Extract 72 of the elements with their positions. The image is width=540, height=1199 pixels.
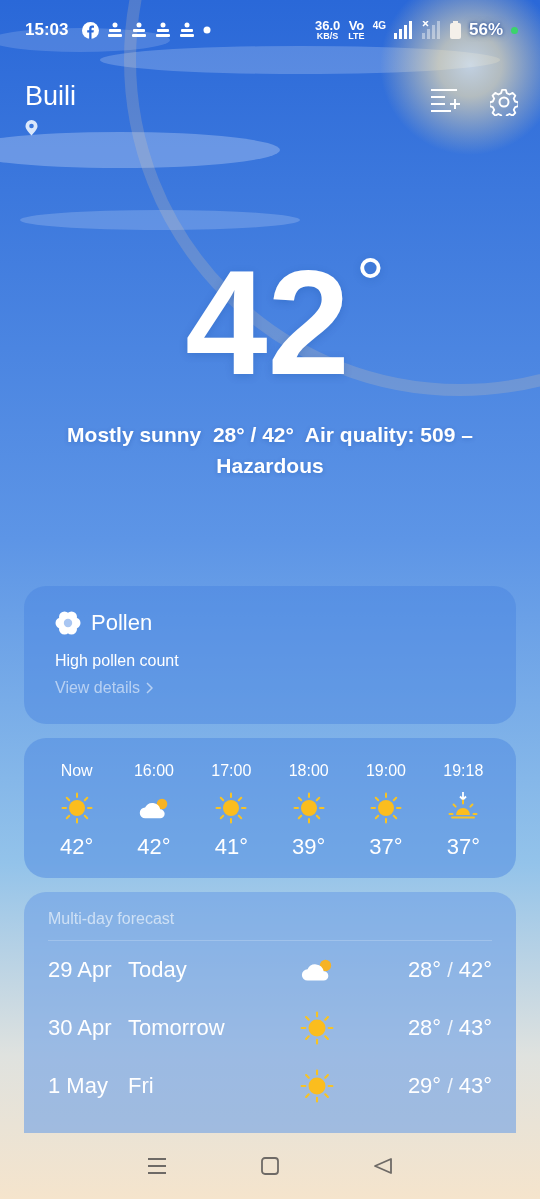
current-temperature: 42 bbox=[185, 249, 350, 397]
settings-icon bbox=[490, 88, 518, 116]
low-temperature: 28° bbox=[406, 957, 442, 983]
high-temperature: 42° bbox=[458, 957, 492, 983]
network-type: 4G bbox=[372, 20, 386, 31]
separator-slash: / bbox=[447, 1074, 453, 1098]
hour-temperature: 42° bbox=[60, 834, 94, 860]
day-label: Fri bbox=[128, 1073, 155, 1099]
back-triangle-icon bbox=[373, 1157, 394, 1175]
high-temperature: 43° bbox=[458, 1073, 492, 1099]
speed-unit: KB/S bbox=[316, 32, 339, 41]
separator-slash: / bbox=[447, 958, 453, 982]
card-title: Multi-day forecast bbox=[48, 910, 492, 941]
signal-icon bbox=[421, 21, 442, 39]
day-label: Tomorrow bbox=[128, 1015, 226, 1041]
settings-button[interactable] bbox=[490, 88, 518, 116]
notification-icon bbox=[131, 21, 148, 39]
notification-icon bbox=[179, 21, 196, 39]
hour-temperature: 37° bbox=[369, 834, 403, 860]
city-name: Buili bbox=[25, 82, 78, 112]
low-temperature: 28° bbox=[406, 1015, 442, 1041]
flower-icon bbox=[55, 610, 81, 636]
pollen-description: High pollen count bbox=[55, 652, 180, 670]
hour-temperature: 37° bbox=[446, 834, 480, 860]
volte-label: Vo bbox=[348, 19, 365, 32]
app-icon bbox=[82, 21, 100, 39]
clock: 15:03 bbox=[25, 20, 69, 40]
weather-summary: Mostly sunny 28° / 42° Air quality: 509 – Hazardous bbox=[66, 422, 474, 479]
sun-icon bbox=[292, 792, 325, 824]
privacy-dot-icon bbox=[511, 26, 518, 34]
sun-icon bbox=[370, 792, 402, 824]
battery-icon bbox=[449, 21, 461, 39]
network-speed: 36.0 bbox=[314, 19, 341, 32]
hour-label: 18:00 bbox=[288, 762, 329, 781]
dot-icon bbox=[203, 26, 212, 34]
city-list-button[interactable] bbox=[430, 88, 460, 112]
low-temperature: 29° bbox=[406, 1073, 442, 1099]
sun-icon bbox=[300, 1011, 335, 1045]
sun-icon bbox=[215, 792, 248, 824]
hour-label: 16:00 bbox=[133, 762, 174, 781]
sun-icon bbox=[60, 792, 93, 824]
hour-label: Now bbox=[60, 762, 93, 781]
hour-label: 19:18 bbox=[443, 762, 484, 781]
home-button[interactable] bbox=[260, 1157, 280, 1175]
degree-symbol: ° bbox=[355, 247, 385, 319]
day-date: 1 May bbox=[48, 1073, 109, 1099]
battery-level: 56% bbox=[468, 20, 503, 40]
hour-label: 17:00 bbox=[211, 762, 252, 781]
menu-button[interactable] bbox=[146, 1157, 167, 1175]
signal-icon bbox=[393, 21, 414, 39]
back-button[interactable] bbox=[373, 1157, 394, 1175]
hour-temperature: 42° bbox=[137, 834, 171, 860]
sun-icon bbox=[300, 1069, 335, 1103]
notification-icon bbox=[107, 21, 124, 39]
day-label: Today bbox=[128, 957, 188, 983]
hour-temperature: 39° bbox=[292, 834, 326, 860]
hour-temperature: 41° bbox=[214, 834, 248, 860]
square-icon bbox=[260, 1157, 280, 1175]
day-date: 29 Apr bbox=[48, 957, 113, 983]
day-date: 30 Apr bbox=[48, 1015, 113, 1041]
chevron-right-icon bbox=[146, 682, 154, 694]
volte-label: LTE bbox=[348, 32, 365, 41]
cloud-sun-icon bbox=[138, 796, 170, 820]
notification-icon bbox=[155, 21, 172, 39]
view-details-link[interactable]: View details bbox=[55, 679, 154, 697]
list-add-icon bbox=[430, 88, 460, 112]
menu-icon bbox=[146, 1157, 167, 1175]
hour-label: 19:00 bbox=[365, 762, 406, 781]
separator-slash: / bbox=[447, 1016, 453, 1040]
location-pin-icon bbox=[25, 119, 38, 136]
high-temperature: 43° bbox=[458, 1015, 492, 1041]
card-title: Pollen bbox=[91, 610, 153, 636]
